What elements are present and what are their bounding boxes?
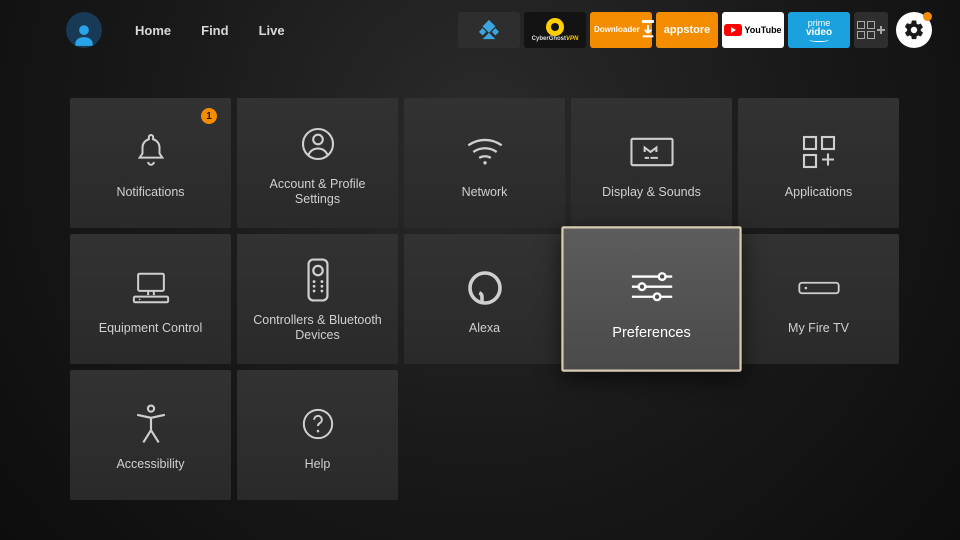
alexa-icon bbox=[467, 270, 503, 306]
nav-find[interactable]: Find bbox=[186, 23, 243, 38]
app-appstore[interactable]: appstore bbox=[656, 12, 718, 48]
app-youtube[interactable]: YouTube bbox=[722, 12, 784, 48]
apps-grid-button[interactable] bbox=[854, 12, 888, 48]
tile-label: My Fire TV bbox=[778, 321, 859, 336]
settings-button[interactable] bbox=[896, 12, 932, 48]
display-icon bbox=[630, 136, 674, 168]
app-prime-video[interactable]: prime video bbox=[788, 12, 850, 48]
kodi-icon bbox=[478, 19, 500, 41]
tile-label: Controllers & Bluetooth Devices bbox=[237, 313, 398, 343]
tile-notifications[interactable]: 1 Notifications bbox=[70, 98, 231, 228]
tile-label: Applications bbox=[775, 185, 862, 200]
tile-account[interactable]: Account & Profile Settings bbox=[237, 98, 398, 228]
remote-icon bbox=[307, 258, 329, 302]
firetv-icon bbox=[798, 279, 840, 297]
downloader-label: Downloader bbox=[594, 26, 640, 34]
tile-accessibility[interactable]: Accessibility bbox=[70, 370, 231, 500]
tile-help[interactable]: Help bbox=[237, 370, 398, 500]
profile-avatar[interactable] bbox=[66, 12, 102, 48]
youtube-icon bbox=[724, 24, 742, 36]
youtube-label: YouTube bbox=[744, 25, 781, 35]
tile-label: Network bbox=[452, 185, 518, 200]
apps-icon bbox=[801, 134, 837, 170]
nav-live[interactable]: Live bbox=[244, 23, 300, 38]
prime-label-2: video bbox=[806, 28, 832, 37]
tile-controllers[interactable]: Controllers & Bluetooth Devices bbox=[237, 234, 398, 364]
tile-label: Display & Sounds bbox=[592, 185, 711, 200]
settings-notification-dot bbox=[923, 12, 932, 21]
app-row: CyberGhostVPN Downloader appstore YouTub… bbox=[458, 12, 932, 48]
plus-icon bbox=[877, 26, 885, 34]
tile-label: Preferences bbox=[601, 323, 702, 340]
wifi-icon bbox=[465, 136, 505, 168]
tile-my-fire-tv[interactable]: My Fire TV bbox=[738, 234, 899, 364]
equipment-icon bbox=[131, 270, 171, 306]
app-cyberghost[interactable]: CyberGhostVPN bbox=[524, 12, 586, 48]
apps-grid-icon bbox=[857, 21, 875, 39]
accessibility-icon bbox=[134, 404, 168, 444]
settings-grid: 1 Notifications Account & Profile Settin… bbox=[0, 60, 960, 500]
account-icon bbox=[300, 126, 336, 162]
notification-badge: 1 bbox=[201, 108, 217, 124]
top-bar: Home Find Live CyberGhostVPN Downloader … bbox=[0, 0, 960, 60]
main-nav: Home Find Live bbox=[120, 23, 300, 38]
app-kodi[interactable] bbox=[458, 12, 520, 48]
prime-smile-icon bbox=[809, 38, 829, 42]
nav-home[interactable]: Home bbox=[120, 23, 186, 38]
app-downloader[interactable]: Downloader bbox=[590, 12, 652, 48]
sliders-icon bbox=[628, 267, 675, 305]
bell-icon bbox=[134, 132, 168, 172]
cyberghost-label: CyberGhostVPN bbox=[532, 36, 579, 43]
gear-icon bbox=[903, 19, 925, 41]
tile-applications[interactable]: Applications bbox=[738, 98, 899, 228]
tile-label: Account & Profile Settings bbox=[237, 177, 398, 207]
download-icon bbox=[640, 20, 656, 40]
tile-label: Alexa bbox=[459, 321, 510, 336]
tile-display-sounds[interactable]: Display & Sounds bbox=[571, 98, 732, 228]
tile-equipment[interactable]: Equipment Control bbox=[70, 234, 231, 364]
tile-label: Notifications bbox=[106, 185, 194, 200]
tile-label: Equipment Control bbox=[89, 321, 213, 336]
cyberghost-icon bbox=[546, 18, 564, 36]
tile-network[interactable]: Network bbox=[404, 98, 565, 228]
tile-label: Accessibility bbox=[106, 457, 194, 472]
user-icon bbox=[71, 22, 97, 48]
tile-alexa[interactable]: Alexa bbox=[404, 234, 565, 364]
help-icon bbox=[301, 407, 335, 441]
tile-preferences[interactable]: Preferences bbox=[561, 226, 741, 372]
tile-label: Help bbox=[295, 457, 341, 472]
